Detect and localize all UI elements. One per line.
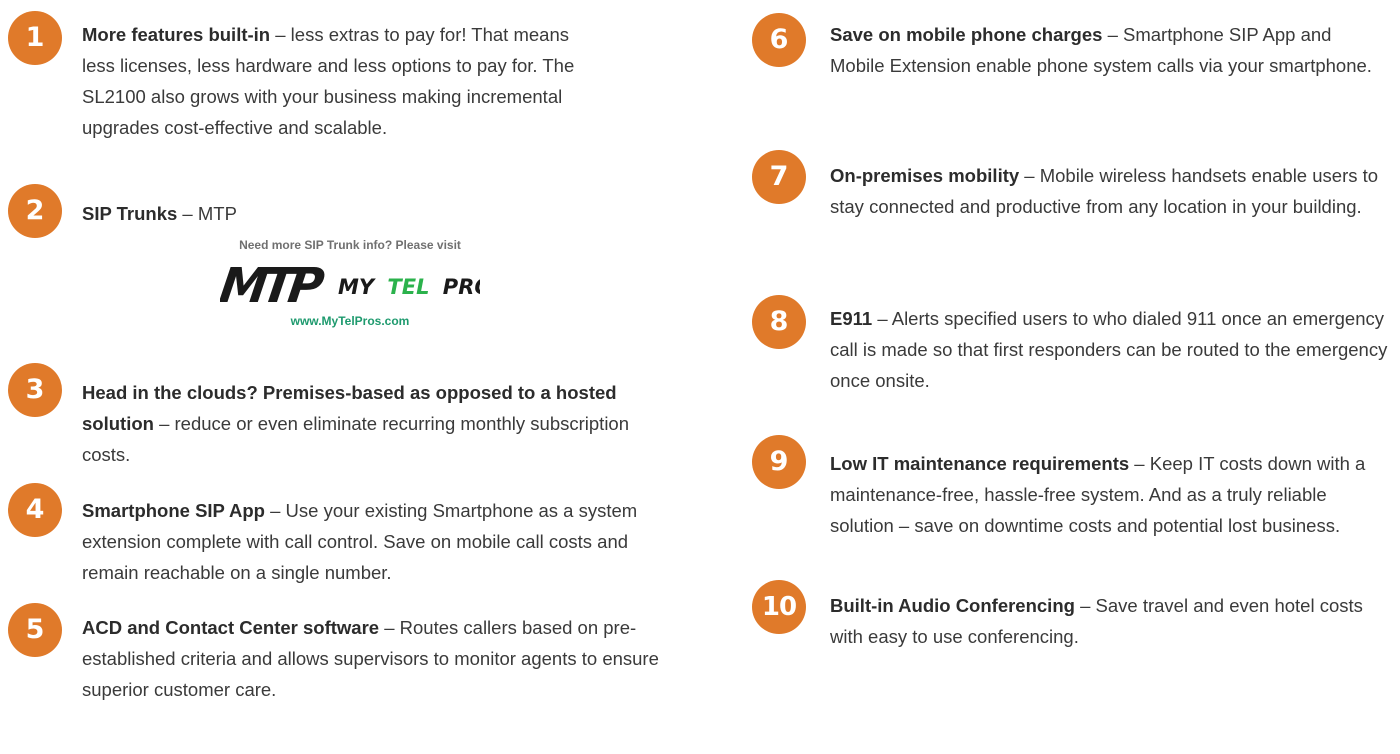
feature-item-7: On-premises mobility – Mobile wireless h… xyxy=(830,160,1390,222)
feature-item-10: Built-in Audio Conferencing – Save trave… xyxy=(830,590,1390,652)
number-badge-10: 10 xyxy=(752,580,806,634)
feature-item-2: SIP Trunks – MTP xyxy=(82,198,602,229)
feature-body-8: – Alerts specified users to who dialed 9… xyxy=(830,308,1388,391)
number-badge-8: 8 xyxy=(752,295,806,349)
number-badge-6: 6 xyxy=(752,13,806,67)
number-badge-2: 2 xyxy=(8,184,62,238)
feature-title-9: Low IT maintenance requirements xyxy=(830,453,1130,474)
feature-title-10: Built-in Audio Conferencing xyxy=(830,595,1075,616)
feature-item-4: Smartphone SIP App – Use your existing S… xyxy=(82,495,662,588)
feature-item-5: ACD and Contact Center software – Routes… xyxy=(82,612,662,705)
feature-title-1: More features built-in xyxy=(82,24,271,45)
mytelpros-logo[interactable]: MTP MY TEL PROS xyxy=(220,258,480,308)
mtp-logo-mark: MTP xyxy=(220,258,327,308)
feature-item-1: More features built-in – less extras to … xyxy=(82,19,602,143)
feature-title-4: Smartphone SIP App xyxy=(82,500,265,521)
number-badge-9: 9 xyxy=(752,435,806,489)
number-badge-1: 1 xyxy=(8,11,62,65)
feature-item-8: E911 – Alerts specified users to who dia… xyxy=(830,303,1390,396)
mtp-logo-word-my: MY xyxy=(338,275,376,299)
feature-item-3: Head in the clouds? Premises-based as op… xyxy=(82,377,642,470)
svg-text:MY TEL PROS: MY TEL PROS xyxy=(338,275,480,299)
feature-title-7: On-premises mobility xyxy=(830,165,1020,186)
number-badge-5: 5 xyxy=(8,603,62,657)
feature-body-2: – MTP xyxy=(177,203,237,224)
mtp-promo: Need more SIP Trunk info? Please visit M… xyxy=(200,238,500,328)
mtp-url-link[interactable]: www.MyTelPros.com xyxy=(200,314,500,328)
feature-title-2: SIP Trunks xyxy=(82,203,178,224)
feature-item-9: Low IT maintenance requirements – Keep I… xyxy=(830,448,1390,541)
feature-title-8: E911 xyxy=(830,308,873,329)
feature-item-6: Save on mobile phone charges – Smartphon… xyxy=(830,19,1390,81)
number-badge-3: 3 xyxy=(8,363,62,417)
feature-title-5: ACD and Contact Center software xyxy=(82,617,380,638)
mtp-logo-word-tel: TEL xyxy=(387,275,429,299)
feature-body-3: – reduce or even eliminate recurring mon… xyxy=(82,413,630,465)
number-badge-7: 7 xyxy=(752,150,806,204)
mtp-logo-word-pros: PROS xyxy=(443,275,480,299)
mtp-intro-text: Need more SIP Trunk info? Please visit xyxy=(239,238,461,252)
feature-title-6: Save on mobile phone charges xyxy=(830,24,1103,45)
number-badge-4: 4 xyxy=(8,483,62,537)
